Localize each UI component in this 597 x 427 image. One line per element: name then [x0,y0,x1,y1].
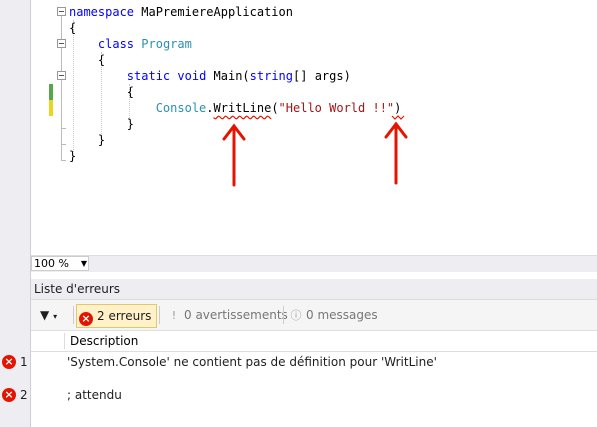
missing-semicolon-squiggle [391,115,405,120]
error-description: 'System.Console' ne contient pas de défi… [67,355,437,369]
messages-count: 0 messages [306,308,378,322]
paren-token: ( [271,101,279,115]
brace-token: { [126,85,135,99]
outline-line [61,80,62,128]
brace-token: } [97,133,106,147]
code-line-5[interactable]: static void Main(string[] args) [69,68,351,84]
editor-gutter [31,0,59,255]
filter-icon: ▼ [40,308,50,322]
outline-line [61,128,62,144]
outline-line [61,16,62,39]
brace-token: { [97,53,106,67]
error-number: 2 [20,388,28,402]
error-number: 1 [20,355,28,369]
collapse-namespace-icon[interactable] [57,7,66,16]
annotation-arrow-up-icon [222,123,246,187]
annotation-arrow-up-icon [384,121,408,185]
editor-status-bar: 100 % ▼ [31,255,597,272]
column-header[interactable]: Description [31,331,597,352]
errors-filter-button[interactable]: × 2 erreurs [76,304,158,328]
keyword-token: class [97,37,135,51]
zoom-value: 100 % [34,257,69,270]
toolbar-separator [283,306,284,324]
info-icon: ⓘ [290,309,302,322]
column-divider [64,333,65,349]
collapse-method-icon[interactable] [57,71,66,80]
warnings-count: 0 avertissements [184,308,288,322]
outline-line [61,144,62,160]
keyword-token: namespace [69,5,135,19]
filter-button[interactable]: ▼ ▾ [40,304,57,326]
code-editor[interactable]: namespace MaPremiereApplication { class … [31,0,597,255]
code-line-7[interactable]: Console.WritLine("Hello World !!") [69,100,402,116]
chevron-down-icon: ▼ [80,259,87,268]
unsaved-change-marker [49,100,53,116]
identifier-token: MaPremiereApplication [134,5,293,19]
code-line-6[interactable]: { [69,84,134,100]
outline-end [61,160,66,161]
code-line-9[interactable]: } [69,132,105,148]
code-line-4[interactable]: { [69,52,105,68]
error-list-title: Liste d'erreurs [31,279,597,300]
type-token: Console [155,101,207,115]
code-line-10[interactable]: } [69,148,76,164]
code-line-1[interactable]: namespace MaPremiereApplication [69,4,293,20]
error-icon: × [2,355,16,369]
code-line-8[interactable]: } [69,116,134,132]
outline-line [61,48,62,71]
dot-token: . [206,101,214,115]
error-list-panel: Liste d'erreurs ▼ ▾ × 2 erreurs ! 0 averti… [2,279,597,427]
keyword-token: string [249,69,294,83]
error-squiggle-token[interactable]: WritLine [214,101,272,115]
column-description-header[interactable]: Description [70,331,138,351]
error-list-toolbar: ▼ ▾ × 2 erreurs ! 0 avertissements ⓘ 0 mess… [31,300,597,331]
toolbar-separator [159,306,160,324]
toolbar-separator [73,306,74,324]
errors-count: 2 erreurs [97,309,152,323]
error-description: ; attendu [67,388,122,402]
error-icon: × [2,388,16,402]
error-row[interactable]: × 2 ; attendu [0,385,597,405]
zoom-select[interactable]: 100 % ▼ [31,256,89,271]
params-token: [] args) [293,69,351,83]
error-row[interactable]: × 1 'System.Console' ne contient pas de … [0,352,597,372]
brace-token: } [126,117,135,131]
collapse-class-icon[interactable] [57,39,66,48]
type-token: Program [141,37,192,51]
keyword-token: void [177,69,207,83]
brace-token: } [69,149,77,163]
warnings-filter-button[interactable]: ! 0 avertissements [168,304,288,326]
saved-change-marker [49,84,53,100]
keyword-token: static [126,69,171,83]
code-line-3[interactable]: class Program [69,36,192,52]
brace-token: { [69,21,77,35]
error-icon: × [79,312,93,326]
chevron-down-icon: ▾ [53,312,58,321]
messages-filter-button[interactable]: ⓘ 0 messages [290,304,378,326]
string-token: "Hello World !!" [278,101,395,115]
method-token: Main( [206,69,250,83]
warning-icon: ! [171,309,177,322]
code-line-2[interactable]: { [69,20,76,36]
